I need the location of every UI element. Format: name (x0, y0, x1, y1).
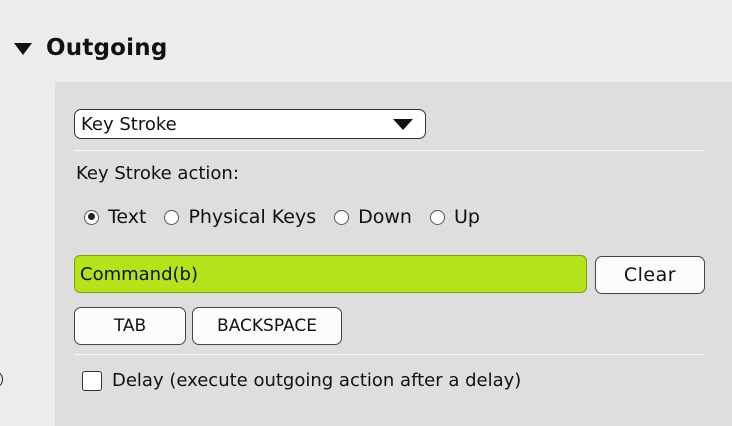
divider (74, 354, 704, 355)
outgoing-panel: Key Stroke Key Stroke action: Text Physi… (55, 82, 732, 426)
backspace-key-button[interactable]: BACKSPACE (192, 307, 342, 345)
dropdown-arrow-icon (393, 119, 413, 130)
radio-unselected-icon[interactable] (429, 209, 445, 225)
radio-up-label: Up (453, 206, 480, 228)
radio-unselected-icon[interactable] (334, 209, 350, 225)
partial-edge-glyph (0, 368, 6, 392)
radio-selected-icon[interactable] (84, 209, 99, 225)
keystroke-mode-radio-group: Text Physical Keys Down Up (84, 206, 498, 228)
tab-key-button[interactable]: TAB (74, 307, 186, 345)
disclosure-triangle-down-icon[interactable] (14, 43, 32, 55)
action-type-value: Key Stroke (81, 113, 177, 135)
delay-checkbox-label: Delay (execute outgoing action after a d… (112, 370, 522, 391)
radio-up[interactable]: Up (429, 206, 480, 228)
clear-button[interactable]: Clear (595, 256, 705, 294)
delay-checkbox[interactable] (82, 370, 102, 391)
keystroke-text-input[interactable] (74, 255, 587, 293)
radio-unselected-icon[interactable] (164, 209, 180, 225)
divider (74, 150, 704, 151)
outgoing-section-header[interactable]: Outgoing (14, 30, 168, 66)
delay-checkbox-row[interactable]: Delay (execute outgoing action after a d… (82, 370, 521, 391)
radio-physical-keys-label: Physical Keys (188, 206, 317, 228)
radio-text[interactable]: Text (84, 206, 146, 228)
radio-down-label: Down (358, 206, 412, 228)
action-type-dropdown[interactable]: Key Stroke (74, 109, 426, 139)
keystroke-action-label: Key Stroke action: (76, 163, 239, 184)
radio-down[interactable]: Down (334, 206, 412, 228)
section-title: Outgoing (46, 35, 168, 61)
radio-physical-keys[interactable]: Physical Keys (164, 206, 316, 228)
radio-text-label: Text (108, 206, 147, 228)
